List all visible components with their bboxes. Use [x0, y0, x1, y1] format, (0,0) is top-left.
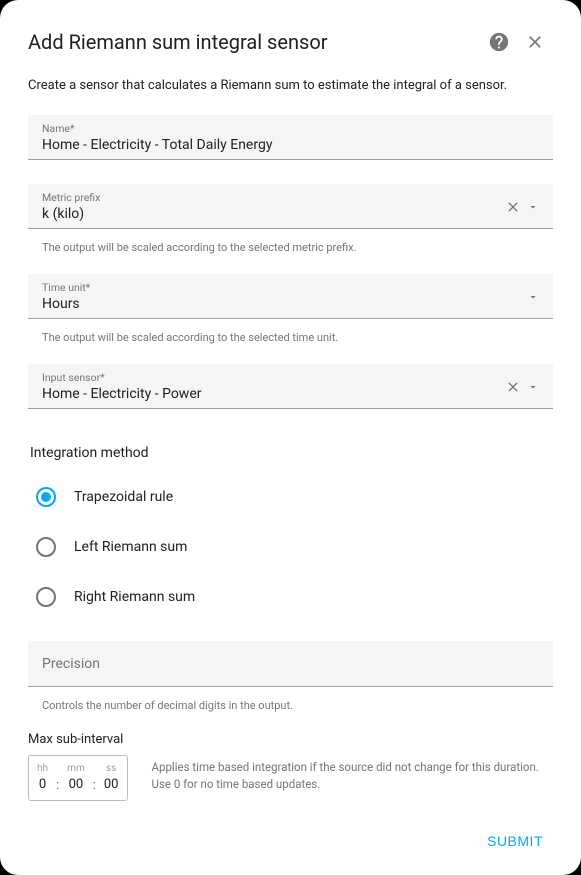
metric-prefix-label: Metric prefix	[42, 191, 505, 204]
dialog-footer: SUBMIT	[28, 809, 553, 857]
close-button[interactable]	[517, 24, 553, 60]
input-sensor-clear-button[interactable]	[505, 379, 521, 395]
help-button[interactable]	[481, 24, 517, 60]
precision-field[interactable]: Precision	[28, 641, 553, 687]
chevron-down-icon	[527, 291, 539, 303]
name-field[interactable]: Name* Home - Electricity - Total Daily E…	[28, 115, 553, 160]
input-sensor-dropdown-button[interactable]	[527, 381, 539, 393]
name-value: Home - Electricity - Total Daily Energy	[42, 137, 539, 153]
radio-right-riemann[interactable]: Right Riemann sum	[28, 577, 553, 617]
dialog-header: Add Riemann sum integral sensor	[28, 24, 553, 60]
max-subinterval-label: Max sub-interval	[28, 732, 553, 747]
time-unit-value: Hours	[42, 296, 527, 312]
max-subinterval-row: hh 0 : mm 00 : ss 00 Applies time based …	[28, 755, 553, 801]
radio-left-riemann[interactable]: Left Riemann sum	[28, 527, 553, 567]
precision-helper: Controls the number of decimal digits in…	[28, 691, 553, 712]
help-icon	[488, 31, 510, 53]
radio-label: Left Riemann sum	[74, 539, 187, 555]
close-icon	[505, 199, 521, 215]
time-unit-dropdown-button[interactable]	[527, 291, 539, 303]
dialog-description: Create a sensor that calculates a Rieman…	[28, 78, 553, 93]
ss-label: ss	[106, 764, 116, 774]
mm-value: 00	[69, 777, 84, 792]
hh-label: hh	[37, 764, 48, 774]
time-unit-helper: The output will be scaled according to t…	[28, 323, 553, 344]
time-unit-field[interactable]: Time unit* Hours	[28, 274, 553, 319]
close-icon	[525, 32, 545, 52]
radio-label: Right Riemann sum	[74, 589, 195, 605]
radio-indicator	[36, 587, 56, 607]
metric-prefix-clear-button[interactable]	[505, 199, 521, 215]
chevron-down-icon	[527, 201, 539, 213]
mm-label: mm	[67, 764, 85, 774]
metric-prefix-dropdown-button[interactable]	[527, 201, 539, 213]
metric-prefix-value: k (kilo)	[42, 206, 505, 222]
radio-trapezoidal[interactable]: Trapezoidal rule	[28, 477, 553, 517]
radio-indicator	[36, 537, 56, 557]
name-label: Name*	[42, 122, 539, 135]
radio-indicator	[36, 487, 56, 507]
input-sensor-label: Input sensor*	[42, 371, 505, 384]
hh-value: 0	[39, 777, 46, 792]
max-subinterval-description: Applies time based integration if the so…	[152, 755, 539, 794]
dialog: Add Riemann sum integral sensor Create a…	[0, 0, 581, 875]
metric-prefix-field[interactable]: Metric prefix k (kilo)	[28, 184, 553, 229]
submit-button[interactable]: SUBMIT	[477, 825, 553, 857]
time-input[interactable]: hh 0 : mm 00 : ss 00	[28, 755, 128, 801]
chevron-down-icon	[527, 381, 539, 393]
input-sensor-value: Home - Electricity - Power	[42, 386, 505, 402]
radio-label: Trapezoidal rule	[74, 489, 173, 505]
time-unit-label: Time unit*	[42, 281, 527, 294]
close-icon	[505, 379, 521, 395]
precision-label: Precision	[42, 648, 539, 680]
dialog-title: Add Riemann sum integral sensor	[28, 30, 481, 54]
ss-value: 00	[104, 777, 119, 792]
metric-prefix-helper: The output will be scaled according to t…	[28, 233, 553, 254]
integration-method-label: Integration method	[30, 445, 553, 461]
input-sensor-field[interactable]: Input sensor* Home - Electricity - Power	[28, 364, 553, 409]
